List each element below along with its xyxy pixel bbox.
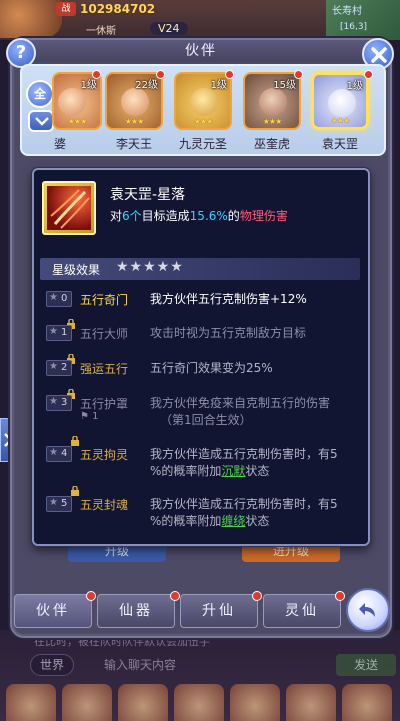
bottom-portraits: [0, 684, 400, 721]
portrait[interactable]: [118, 684, 168, 721]
hero-stars: ★★★: [124, 117, 145, 126]
hero-portrait: [328, 89, 356, 117]
player-avatar[interactable]: [0, 0, 62, 38]
hero-card-selected[interactable]: 1级 ★★★: [311, 72, 369, 130]
panel-title: 伙伴: [16, 40, 386, 62]
location-name: 长寿村: [332, 6, 362, 17]
notification-dot: [92, 70, 101, 79]
back-button[interactable]: [346, 588, 390, 632]
star-level-badge: ★ 2: [46, 360, 72, 376]
hero-name: 李天王: [115, 137, 152, 151]
star-effect-name: 五灵封魂: [80, 498, 129, 512]
player-name: 一休斯: [86, 26, 116, 37]
hero-card[interactable]: 1级 ★★★: [52, 72, 102, 130]
star-level-badge: ★ 4: [46, 446, 72, 462]
hero-stars: ★★★: [67, 117, 88, 126]
portrait[interactable]: [62, 684, 112, 721]
star-effect-desc: 我方伙伴造成五行克制伤害时，有5 %的概率附加缠绕状态: [150, 497, 338, 528]
star-rating: ★★★★★: [116, 259, 184, 275]
filter-all-button[interactable]: 全: [26, 80, 54, 108]
hero-portrait: [259, 88, 287, 116]
hero-name: 巫奎虎: [253, 137, 290, 151]
star-level-badge: ★ 5: [46, 496, 72, 512]
notification-dot: [335, 591, 345, 601]
skill-title: 袁天罡-星落: [110, 187, 186, 203]
hero-name: 袁天罡: [321, 137, 358, 151]
status-link-silence[interactable]: 沉默: [221, 464, 245, 478]
chevron-down-icon: [35, 117, 49, 126]
hero-card[interactable]: 22级 ★★★: [105, 72, 163, 130]
bottom-hud: 在比时，被在队时队伴默认会加伍手 世界 输入聊天内容 发送: [0, 630, 400, 721]
portrait[interactable]: [286, 684, 336, 721]
skill-description: 对6个目标造成15.6%的物理伤害: [110, 209, 288, 223]
skill-damage-type: 物理伤害: [239, 209, 288, 223]
skill-damage-percent: 15.6%: [189, 209, 228, 223]
chat-input[interactable]: 输入聊天内容: [80, 654, 330, 676]
portrait[interactable]: [342, 684, 392, 721]
star-effect-desc: 五行奇门效果变为25%: [150, 361, 273, 375]
hero-portrait: [58, 88, 86, 116]
notification-dot: [86, 591, 96, 601]
hero-level: 1级: [346, 81, 363, 92]
star-effect-sub: ⚑ 1: [80, 411, 99, 422]
star-effect-name: 五行奇门: [80, 293, 129, 307]
star-level-badge: ★ 3: [46, 395, 72, 411]
star-effect-name: 五行护罩: [80, 397, 129, 411]
hero-stars: ★★★: [193, 117, 214, 126]
portrait[interactable]: [230, 684, 280, 721]
notification-dot: [252, 591, 262, 601]
filter-dropdown-button[interactable]: [28, 110, 54, 132]
vip-badge: V24: [150, 22, 188, 35]
star-effects-header: 星级效果 ★★★★★: [40, 258, 360, 280]
status-link-entangle[interactable]: 缠绕: [221, 514, 245, 528]
meteor-icon: [47, 186, 91, 230]
hero-portrait: [121, 88, 149, 116]
hero-stars: ★★★: [262, 117, 283, 126]
star-effect-name: 强运五行: [80, 362, 129, 376]
star-effect-name: 五灵拘灵: [80, 448, 129, 462]
hero-level: 1级: [210, 80, 227, 91]
portrait[interactable]: [6, 684, 56, 721]
tab-artifact[interactable]: 仙器: [97, 594, 175, 628]
location-coords: [16,3]: [340, 22, 368, 32]
star-effect-desc: 攻击时视为五行克制敌方目标: [150, 326, 307, 340]
hero-level: 15级: [273, 80, 296, 91]
hero-card[interactable]: 1级 ★★★: [174, 72, 232, 130]
tab-ascend[interactable]: 升仙: [180, 594, 258, 628]
portrait[interactable]: [174, 684, 224, 721]
lock-icon: [71, 486, 79, 496]
hero-card[interactable]: 15级 ★★★: [243, 72, 301, 130]
tab-partner[interactable]: 伙伴: [14, 594, 92, 628]
skill-target-count: 6个: [122, 209, 142, 223]
notification-dot: [156, 70, 165, 79]
star-effects-title: 星级效果: [52, 263, 101, 277]
star-level-badge: ★ 0: [46, 291, 72, 307]
notification-dot: [170, 591, 180, 601]
hero-level: 22级: [135, 80, 158, 91]
power-value: 102984702: [80, 2, 156, 16]
star-effect-desc: 我方伙伴五行克制伤害+12%: [150, 292, 307, 306]
hero-name: 九灵元圣: [178, 137, 227, 151]
hero-name: 婆: [53, 137, 66, 151]
close-icon: [371, 47, 387, 63]
lock-icon: [71, 436, 79, 446]
star-level-badge: ★ 1: [46, 325, 72, 341]
star-effect-desc: 我方伙伴免疫来自克制五行的伤害 （第1回合生效）: [150, 396, 331, 427]
star-effect-name: 五行大师: [80, 327, 129, 341]
power-tag: 战: [56, 2, 76, 16]
chat-send-button[interactable]: 发送: [336, 654, 396, 676]
back-arrow-icon: [359, 603, 375, 617]
chat-channel-button[interactable]: 世界: [30, 654, 74, 676]
top-hud: 战 102984702 一休斯 V24 长寿村 [16,3]: [0, 0, 400, 40]
notification-dot: [225, 70, 234, 79]
notification-dot: [294, 70, 303, 79]
hero-portrait: [190, 88, 218, 116]
notification-dot: [364, 70, 373, 79]
tab-spirit[interactable]: 灵仙: [263, 594, 341, 628]
skill-icon: [42, 181, 96, 235]
hero-stars: ★★★: [330, 116, 351, 125]
star-effect-desc: 我方伙伴造成五行克制伤害时，有5 %的概率附加沉默状态: [150, 447, 338, 478]
